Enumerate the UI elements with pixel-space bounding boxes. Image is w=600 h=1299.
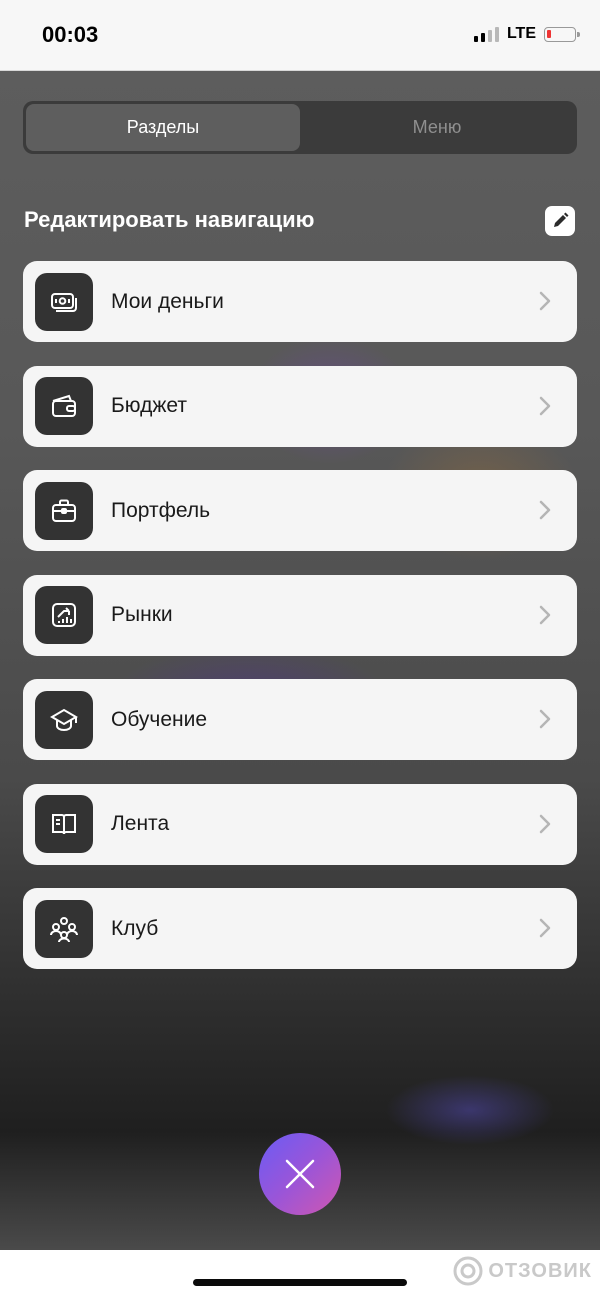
nav-item-budget[interactable]: Бюджет (23, 365, 577, 447)
section-switcher: Разделы Меню (23, 101, 577, 154)
section-title: Редактировать навигацию (24, 207, 315, 232)
chevron-right-icon (539, 709, 551, 729)
money-icon (35, 272, 93, 331)
chevron-right-icon (539, 396, 551, 415)
nav-item-label: Рынки (111, 603, 173, 626)
watermark: ОТЗОВИК (452, 1255, 592, 1287)
tab-menu[interactable]: Меню (300, 104, 574, 151)
nav-item-label: Портфель (111, 498, 211, 522)
chevron-right-icon (539, 814, 551, 833)
watermark-logo-icon (453, 1256, 483, 1286)
nav-item-club[interactable]: Клуб (23, 888, 577, 969)
nav-item-label: Бюджет (111, 394, 187, 417)
navigation-list: Мои деньги Бюджет Портфель Рынки Обучени… (23, 261, 577, 993)
nav-item-label: Клуб (111, 916, 159, 940)
nav-item-feed[interactable]: Лента (23, 783, 577, 865)
tab-sections[interactable]: Разделы (26, 104, 300, 151)
battery-icon (544, 26, 580, 42)
briefcase-icon (35, 481, 93, 540)
nav-item-label: Обучение (111, 707, 208, 731)
nav-item-label: Мои деньги (111, 289, 224, 313)
edit-navigation-button[interactable] (545, 206, 575, 236)
graduation-cap-icon (35, 690, 93, 749)
home-indicator[interactable] (193, 1279, 407, 1286)
pencil-icon (554, 212, 569, 227)
nav-item-education[interactable]: Обучение (23, 679, 577, 760)
nav-item-label: Лента (111, 812, 170, 835)
status-indicators: LTE (473, 25, 580, 43)
chevron-right-icon (539, 605, 551, 624)
chart-growth-icon (35, 586, 93, 644)
signal-icon (473, 26, 499, 42)
chevron-right-icon (539, 291, 551, 311)
book-icon (35, 795, 93, 853)
status-bar: 00:03 LTE (0, 0, 600, 71)
network-label: LTE (506, 25, 536, 42)
close-icon (285, 1159, 315, 1189)
nav-item-my-money[interactable]: Мои деньги (23, 261, 577, 342)
community-icon (35, 899, 93, 958)
nav-item-portfolio[interactable]: Портфель (23, 470, 577, 551)
nav-item-markets[interactable]: Рынки (23, 574, 577, 656)
status-time: 00:03 (42, 22, 99, 47)
wallet-icon (35, 377, 93, 435)
close-button[interactable] (259, 1133, 341, 1215)
chevron-right-icon (539, 918, 551, 938)
watermark-text: ОТЗОВИК (488, 1259, 592, 1282)
chevron-right-icon (539, 500, 551, 520)
